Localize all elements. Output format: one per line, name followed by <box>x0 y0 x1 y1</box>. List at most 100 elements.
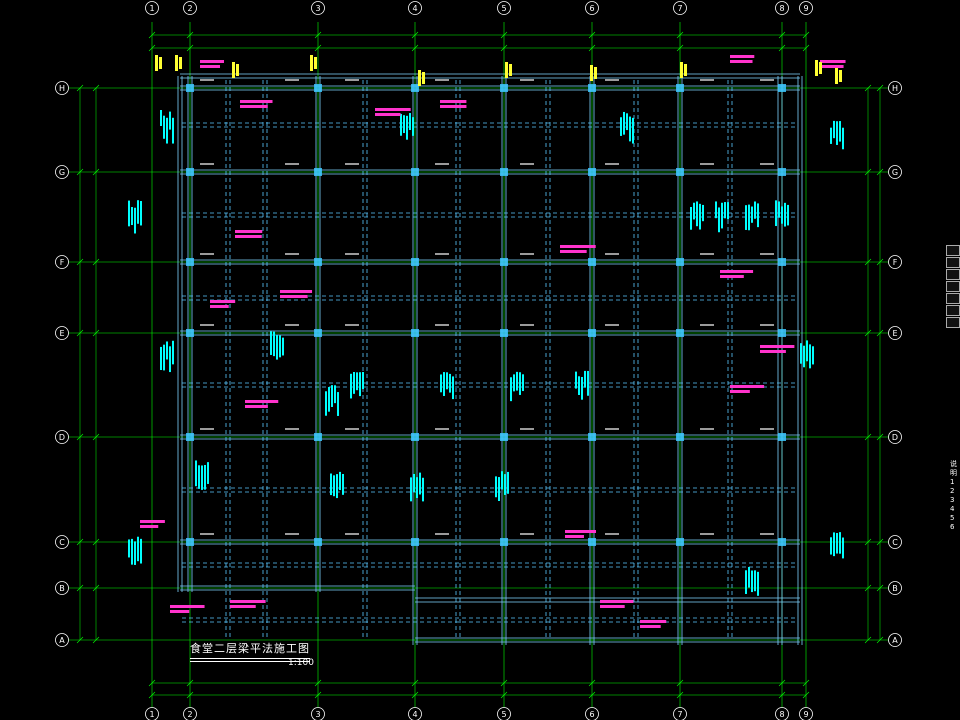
axis-bubble-right-F-label: F <box>893 258 898 267</box>
annotation-mark <box>280 295 308 298</box>
annotation-mark <box>720 275 744 278</box>
beam-layout <box>177 73 803 645</box>
annotation-mark <box>443 372 445 396</box>
axis-bubble-right-B-label: B <box>892 584 898 593</box>
annotation-mark <box>200 324 214 326</box>
annotation-mark <box>155 55 158 71</box>
structural-column <box>314 84 322 92</box>
axis-bubble-right-G-label: G <box>892 168 898 177</box>
annotation-mark <box>600 600 634 603</box>
structural-column <box>314 168 322 176</box>
annotation-mark <box>314 57 317 69</box>
annotation-mark <box>345 253 359 255</box>
annotation-mark <box>137 536 139 562</box>
structural-column <box>500 433 508 441</box>
annotation-mark <box>413 473 415 493</box>
annotation-mark <box>754 201 756 219</box>
annotation-mark <box>700 163 714 165</box>
legend-swatch <box>946 293 960 304</box>
annotation-mark <box>820 60 846 63</box>
annotation-mark <box>134 207 136 234</box>
drawing-title: 食堂二层梁平法施工图 <box>190 642 310 655</box>
annotation-mark <box>727 202 729 220</box>
structural-column <box>186 168 194 176</box>
annotation-mark <box>422 477 424 502</box>
annotation-mark <box>748 204 750 231</box>
annotation-mark <box>520 253 534 255</box>
annotation-mark <box>159 57 162 69</box>
annotation-mark <box>784 202 786 227</box>
annotation-mark <box>169 111 171 130</box>
annotation-mark <box>760 163 774 165</box>
structural-column <box>411 538 419 546</box>
axis-bubble-top-7-label: 7 <box>677 4 682 13</box>
structural-column <box>588 538 596 546</box>
drawing-title-block: 食堂二层梁平法施工图 1:100 <box>190 640 314 668</box>
annotation-mark <box>200 163 214 165</box>
legend-swatch <box>946 269 960 280</box>
axis-bubble-top-6-label: 6 <box>589 4 594 13</box>
annotation-mark <box>230 600 266 603</box>
axis-bubble-bottom-3-label: 3 <box>315 710 320 719</box>
annotation-mark <box>626 113 628 131</box>
annotation-mark <box>760 79 774 81</box>
annotation-mark <box>605 79 619 81</box>
beam-plan-drawing: 1 1 2 2 3 3 4 4 5 5 6 6 7 7 8 8 9 9 H H G G F F E E D D C C B B A A <box>55 1 902 720</box>
annotation-mark <box>285 79 299 81</box>
annotation-mark <box>435 533 449 535</box>
annotation-mark <box>721 202 723 229</box>
annotation-mark <box>510 377 512 402</box>
annotation-mark <box>362 372 364 389</box>
annotation-mark <box>730 390 750 393</box>
annotation-mark <box>280 290 313 293</box>
annotation-mark <box>240 105 268 108</box>
axis-bubble-left-A-label: A <box>59 636 65 645</box>
annotation-mark <box>140 538 142 564</box>
annotation-mark <box>345 324 359 326</box>
annotation-mark <box>629 116 631 142</box>
annotation-mark <box>201 465 203 490</box>
annotation-mark <box>198 465 200 489</box>
annotation-mark <box>207 462 209 484</box>
structural-column <box>588 258 596 266</box>
annotation-mark <box>240 100 273 103</box>
annotation-mark <box>605 253 619 255</box>
legend-swatch <box>946 305 960 316</box>
annotation-mark <box>757 203 759 228</box>
annotation-mark <box>590 65 593 81</box>
structural-column <box>411 258 419 266</box>
structural-column <box>500 258 508 266</box>
annotation-mark <box>690 207 692 230</box>
annotation-mark <box>815 60 818 76</box>
annotation-mark <box>830 127 832 144</box>
annotation-mark <box>137 200 139 224</box>
annotation-mark <box>285 428 299 430</box>
structural-column <box>186 84 194 92</box>
annotation-mark <box>684 64 687 76</box>
annotation-mark <box>440 374 442 393</box>
annotation-mark <box>285 533 299 535</box>
structural-column <box>588 329 596 337</box>
annotation-mark <box>560 250 587 253</box>
annotation-mark <box>520 324 534 326</box>
structural-column <box>676 84 684 92</box>
annotation-mark <box>375 108 411 111</box>
note-mark: 6 <box>950 523 955 531</box>
annotation-mark <box>339 471 341 491</box>
annotation-mark <box>584 370 586 388</box>
annotation-mark <box>745 570 747 594</box>
annotation-mark <box>516 371 518 391</box>
annotation-mark <box>282 337 284 356</box>
annotation-mark <box>623 111 625 135</box>
structural-column <box>676 258 684 266</box>
annotation-mark <box>359 372 361 397</box>
annotation-mark <box>836 121 838 145</box>
annotation-mark <box>830 537 832 555</box>
annotation-mark <box>760 324 774 326</box>
annotation-mark <box>200 533 214 535</box>
annotation-mark <box>835 68 838 84</box>
annotation-mark <box>128 539 130 558</box>
annotation-mark <box>200 428 214 430</box>
annotation-mark <box>760 533 774 535</box>
note-mark: 5 <box>950 514 955 522</box>
